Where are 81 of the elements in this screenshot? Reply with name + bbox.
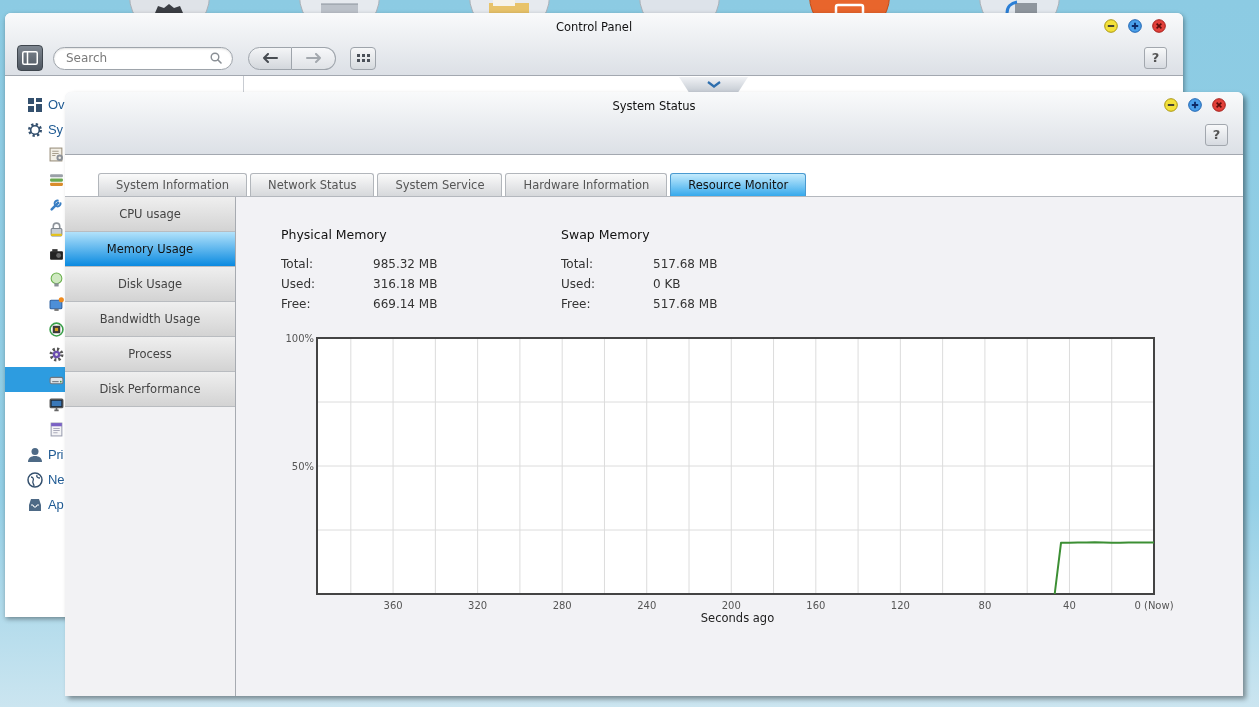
- monitor-icon: [49, 397, 64, 412]
- help-button[interactable]: ?: [1144, 47, 1167, 69]
- menu-item[interactable]: Disk Performance: [65, 372, 235, 407]
- document-icon: [49, 422, 64, 437]
- document-gear-icon: [49, 147, 64, 162]
- field-label: Used:: [561, 276, 597, 293]
- search-field[interactable]: Search: [53, 46, 233, 70]
- gear-icon: [49, 347, 64, 362]
- left-arrow-icon: [262, 53, 278, 63]
- menu-item[interactable]: Process: [65, 337, 235, 372]
- tick-label: 320: [468, 599, 488, 611]
- menu-item[interactable]: CPU usage: [65, 197, 235, 232]
- tab[interactable]: Resource Monitor: [670, 173, 807, 196]
- globe-icon: [27, 471, 43, 488]
- field-label: Total:: [281, 256, 315, 273]
- sidebar-item[interactable]: Ne: [5, 467, 65, 492]
- tick-label: 240: [637, 599, 657, 611]
- chip-icon: [49, 322, 64, 337]
- disk-stack-icon: [49, 172, 64, 187]
- menu-item[interactable]: Disk Usage: [65, 267, 235, 302]
- field-value: 316.18 MB: [373, 276, 438, 293]
- maximize-icon[interactable]: [1128, 19, 1142, 33]
- minimize-icon[interactable]: [1104, 19, 1118, 33]
- field-value: 517.68 MB: [653, 256, 718, 273]
- dots-icon: [356, 54, 370, 62]
- camera-icon: [49, 247, 64, 262]
- field-value: 985.32 MB: [373, 256, 438, 273]
- tick-label: 280: [552, 599, 572, 611]
- lightbulb-icon: [49, 272, 64, 287]
- tab[interactable]: System Information: [98, 173, 248, 196]
- tab[interactable]: Hardware Information: [505, 173, 668, 196]
- tick-label: 0 (Now): [1134, 599, 1174, 611]
- wrench-icon: [49, 197, 64, 212]
- tick-label: 80: [978, 599, 992, 611]
- field-label: Free:: [281, 296, 312, 313]
- sidebar-item[interactable]: Ap: [5, 492, 65, 517]
- field-label: Total:: [561, 256, 595, 273]
- dock-icon[interactable]: [809, 0, 890, 13]
- tab[interactable]: System Service: [377, 173, 503, 196]
- monitor-badge-icon: [49, 297, 64, 312]
- minimize-icon[interactable]: [1164, 98, 1178, 112]
- axis-title: Seconds ago: [700, 611, 775, 625]
- tick-label: 200: [721, 599, 741, 611]
- chevron-down-icon: [706, 81, 721, 88]
- tick-label: 50%: [291, 460, 314, 472]
- person-icon: [27, 446, 43, 463]
- tick-label: 120: [890, 599, 910, 611]
- dock-icon[interactable]: [129, 0, 210, 13]
- tick-label: 160: [806, 599, 826, 611]
- settings-icon: [27, 121, 43, 138]
- panel-icon: [22, 51, 38, 65]
- close-icon[interactable]: [1212, 98, 1226, 112]
- tiles-icon: [27, 96, 43, 113]
- tick-label: 40: [1063, 599, 1076, 611]
- field-label: Free:: [561, 296, 592, 313]
- tick-label: 100%: [285, 332, 314, 344]
- field-value: 517.68 MB: [653, 296, 718, 313]
- field-value: 669.14 MB: [373, 296, 438, 313]
- search-icon: [210, 52, 222, 64]
- tick-label: 360: [383, 599, 403, 611]
- apps-button[interactable]: [350, 46, 376, 70]
- help-button[interactable]: ?: [1205, 124, 1228, 146]
- menu-item[interactable]: Bandwidth Usage: [65, 302, 235, 337]
- right-arrow-icon: [305, 53, 322, 63]
- field-value: 0 KB: [653, 276, 681, 293]
- back-button[interactable]: [248, 46, 292, 70]
- sidebar-item[interactable]: Pri: [5, 442, 65, 467]
- window-title: Control Panel: [555, 20, 633, 34]
- tab[interactable]: Network Status: [250, 173, 375, 196]
- padlock-icon: [49, 222, 64, 237]
- maximize-icon[interactable]: [1188, 98, 1202, 112]
- sidebar-toggle-button[interactable]: [17, 45, 43, 71]
- sidebar-item[interactable]: Ov: [5, 92, 65, 117]
- tray-icon: [27, 496, 43, 513]
- section-heading: Swap Memory: [561, 226, 651, 244]
- sidebar-item[interactable]: Sy: [5, 117, 65, 142]
- window-title: System Status: [612, 99, 696, 113]
- section-heading: Physical Memory: [281, 226, 388, 244]
- menu-item[interactable]: Memory Usage: [65, 232, 235, 267]
- close-icon[interactable]: [1152, 19, 1166, 33]
- field-label: Used:: [281, 276, 317, 293]
